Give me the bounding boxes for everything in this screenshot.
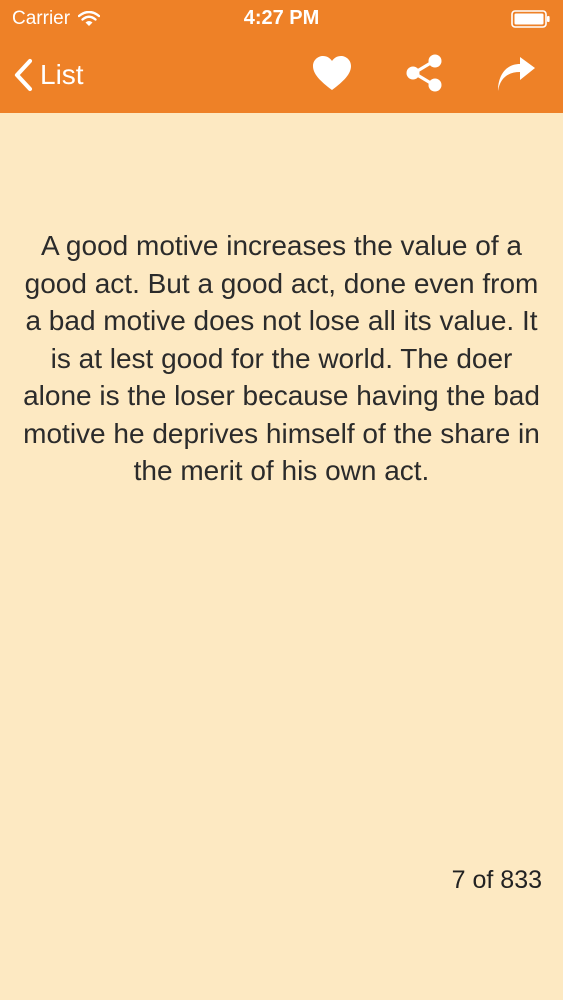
back-to-list-button[interactable]: List	[12, 52, 84, 98]
heart-icon	[312, 55, 352, 96]
share-button[interactable]	[402, 54, 446, 96]
quote-text: A good motive increases the value of a g…	[23, 230, 540, 486]
navigation-bar: List	[0, 38, 563, 113]
share-icon	[404, 54, 444, 97]
favorite-button[interactable]	[310, 54, 354, 96]
back-label: List	[40, 59, 84, 90]
status-bar: Carrier 4:27 PM	[0, 0, 563, 38]
forward-button[interactable]	[494, 54, 538, 96]
page-counter: 7 of 833	[451, 866, 542, 894]
forward-arrow-icon	[495, 55, 537, 96]
chevron-left-icon	[12, 58, 34, 92]
status-time: 4:27 PM	[243, 7, 320, 29]
battery-full-icon	[511, 10, 551, 28]
